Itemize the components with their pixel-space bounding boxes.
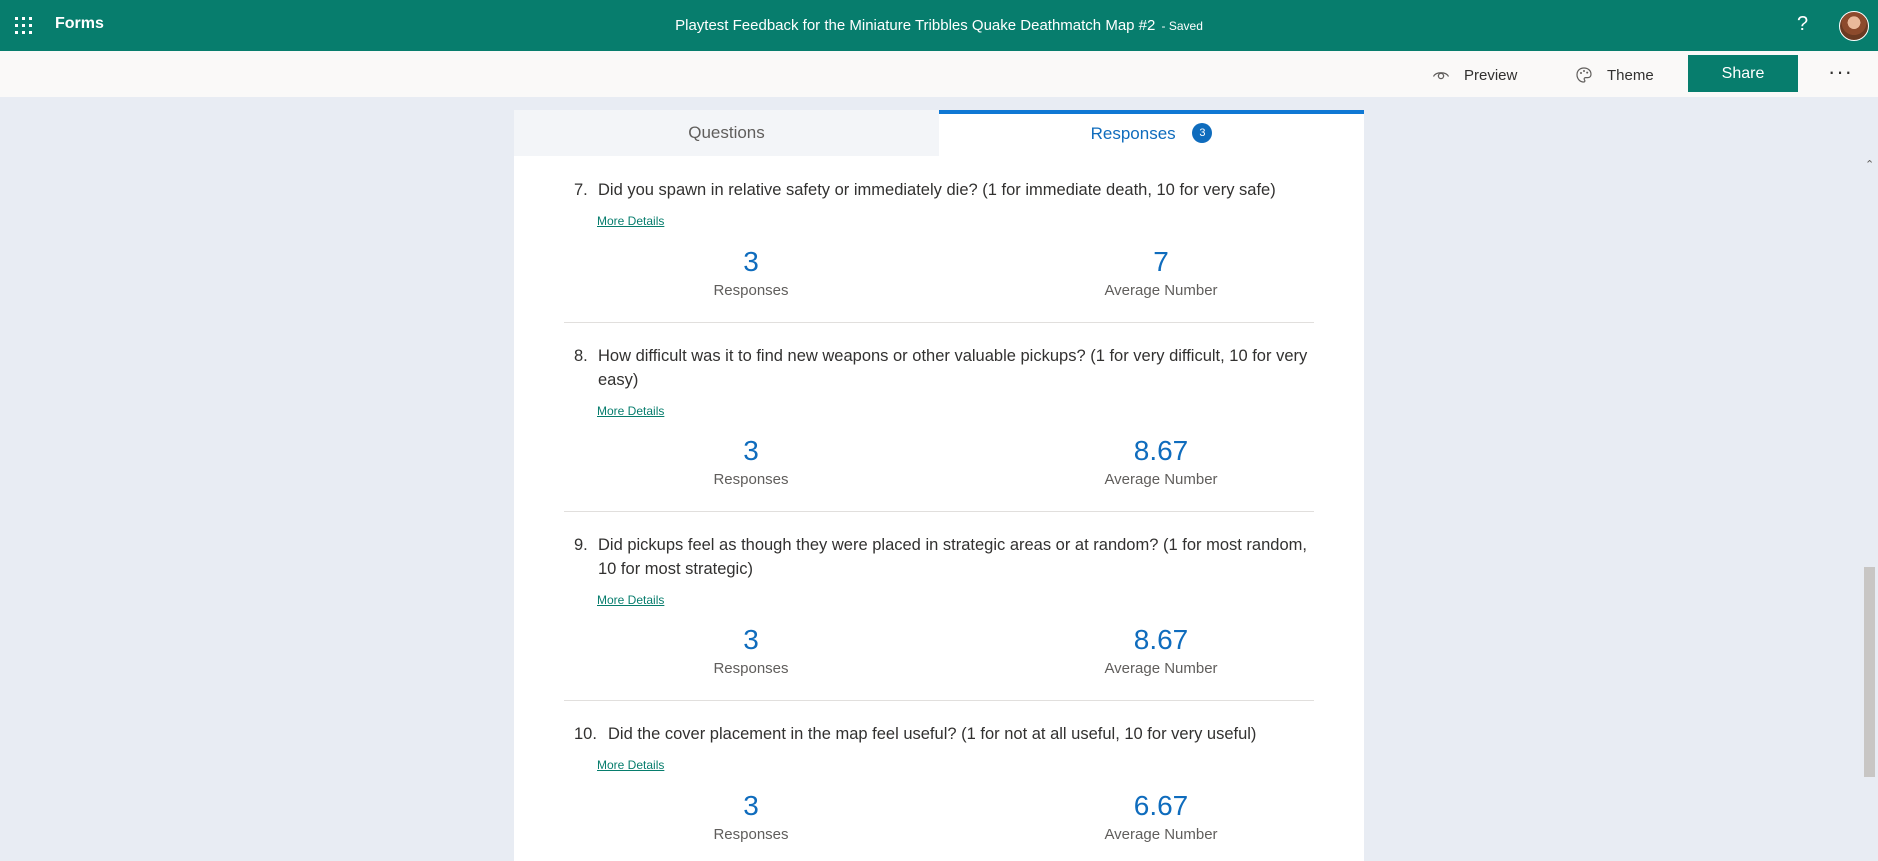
responses-panel: 7. Did you spawn in relative safety or i… <box>514 156 1364 861</box>
responses-label: Responses <box>713 826 789 843</box>
help-icon[interactable]: ? <box>1797 13 1808 36</box>
question-title: Did pickups feel as though they were pla… <box>598 536 1307 578</box>
average-label: Average Number <box>1104 660 1218 677</box>
question-text: 7. Did you spawn in relative safety or i… <box>574 178 1309 202</box>
responses-stat: 3 Responses <box>651 246 851 299</box>
more-details-link[interactable]: More Details <box>597 404 664 418</box>
tab-questions-label: Questions <box>688 123 765 142</box>
responses-stat: 3 Responses <box>651 790 851 843</box>
theme-label: Theme <box>1607 66 1654 84</box>
average-label: Average Number <box>1104 471 1218 488</box>
more-details-link[interactable]: More Details <box>597 758 664 772</box>
eye-icon <box>1432 72 1450 80</box>
preview-label: Preview <box>1464 66 1518 84</box>
responses-label: Responses <box>713 660 789 677</box>
avatar[interactable] <box>1839 11 1869 41</box>
command-bar: Preview Theme Share ··· <box>0 51 1878 97</box>
average-value: 8.67 <box>1133 435 1189 466</box>
responses-value: 3 <box>743 246 759 277</box>
question-title: Did you spawn in relative safety or imme… <box>598 181 1276 199</box>
average-value: 8.67 <box>1133 624 1189 655</box>
responses-label: Responses <box>713 282 789 299</box>
form-title-text: Playtest Feedback for the Miniature Trib… <box>675 17 1156 34</box>
question-summary: 7. Did you spawn in relative safety or i… <box>564 156 1314 323</box>
scrollbar-thumb[interactable] <box>1864 567 1875 777</box>
responses-label: Responses <box>713 471 789 488</box>
saved-status: - Saved <box>1161 19 1203 33</box>
responses-count-badge: 3 <box>1192 122 1213 143</box>
average-label: Average Number <box>1104 826 1218 843</box>
preview-button[interactable]: Preview <box>1432 66 1517 84</box>
responses-value: 3 <box>743 624 759 655</box>
tab-questions[interactable]: Questions <box>514 110 939 156</box>
responses-value: 3 <box>743 435 759 466</box>
average-stat: 6.67 Average Number <box>1061 790 1261 843</box>
responses-value: 3 <box>743 790 759 821</box>
question-text: 10. Did the cover placement in the map f… <box>574 722 1309 746</box>
more-details-link[interactable]: More Details <box>597 593 664 607</box>
theme-button[interactable]: Theme <box>1575 66 1654 84</box>
average-value: 6.67 <box>1133 790 1189 821</box>
form-title: Playtest Feedback for the Miniature Trib… <box>0 17 1878 34</box>
more-options-icon[interactable]: ··· <box>1828 59 1853 85</box>
more-details-link[interactable]: More Details <box>597 214 664 228</box>
share-button[interactable]: Share <box>1688 55 1798 92</box>
scrollbar[interactable]: ⌃ <box>1862 156 1878 861</box>
average-stat: 8.67 Average Number <box>1061 435 1261 488</box>
question-number: 9. <box>574 536 588 554</box>
responses-stat: 3 Responses <box>651 435 851 488</box>
question-title: Did the cover placement in the map feel … <box>608 725 1257 743</box>
question-summary: 9. Did pickups feel as though they were … <box>564 512 1314 701</box>
question-number: 10. <box>574 725 597 743</box>
question-title: How difficult was it to find new weapons… <box>598 347 1308 389</box>
question-text: 9. Did pickups feel as though they were … <box>574 533 1309 581</box>
top-bar: Forms Playtest Feedback for the Miniatur… <box>0 0 1878 51</box>
question-summary: 8. How difficult was it to find new weap… <box>564 323 1314 512</box>
average-stat: 8.67 Average Number <box>1061 624 1261 677</box>
question-text: 8. How difficult was it to find new weap… <box>574 344 1309 392</box>
tab-responses[interactable]: Responses 3 <box>939 110 1364 156</box>
question-summary: 10. Did the cover placement in the map f… <box>564 701 1314 861</box>
question-number: 7. <box>574 181 588 199</box>
responses-stat: 3 Responses <box>651 624 851 677</box>
tab-responses-label: Responses <box>1090 124 1176 143</box>
average-label: Average Number <box>1104 282 1218 299</box>
average-value: 7 <box>1153 246 1169 277</box>
chevron-up-icon[interactable]: ⌃ <box>1865 158 1874 171</box>
question-number: 8. <box>574 347 588 365</box>
palette-icon <box>1576 67 1592 83</box>
average-stat: 7 Average Number <box>1061 246 1261 299</box>
